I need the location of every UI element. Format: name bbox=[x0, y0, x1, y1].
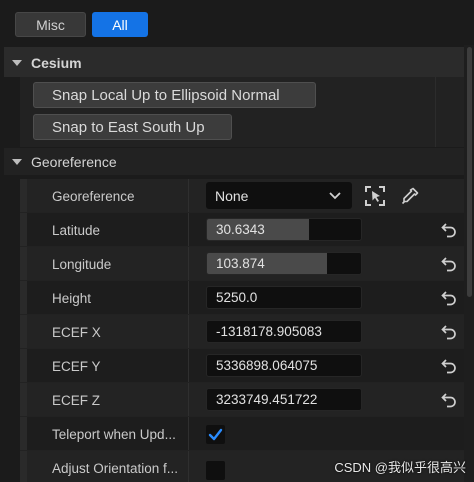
height-label: Height bbox=[52, 290, 92, 306]
teleport-checkbox[interactable] bbox=[206, 425, 225, 444]
longitude-label: Longitude bbox=[52, 256, 112, 272]
row-indent-bar bbox=[20, 349, 27, 383]
cesium-body-line bbox=[435, 77, 436, 147]
scrollbar-thumb[interactable] bbox=[467, 47, 472, 297]
column-divider bbox=[188, 417, 189, 451]
ecef-z-input[interactable]: 3233749.451722 bbox=[206, 388, 362, 411]
height-input[interactable]: 5250.0 bbox=[206, 286, 362, 309]
column-divider bbox=[188, 349, 189, 383]
property-row-latitude: Latitude 30.6343 bbox=[20, 213, 464, 247]
eyedropper-icon[interactable] bbox=[400, 186, 420, 206]
ecef-z-label: ECEF Z bbox=[52, 392, 101, 408]
adjust-label: Adjust Orientation f... bbox=[52, 461, 179, 476]
adjust-checkbox[interactable] bbox=[206, 461, 225, 480]
row-indent-bar bbox=[20, 451, 27, 482]
snap-east-south-up-button[interactable]: Snap to East South Up bbox=[33, 114, 232, 140]
column-divider bbox=[188, 383, 189, 417]
ecef-y-label: ECEF Y bbox=[52, 358, 101, 374]
longitude-input[interactable]: 103.874 bbox=[206, 252, 362, 275]
height-value: 5250.0 bbox=[216, 290, 258, 305]
chevron-down-icon bbox=[329, 192, 341, 200]
chevron-down-icon bbox=[12, 158, 22, 165]
property-row-teleport: Teleport when Upd... bbox=[20, 417, 464, 451]
reset-to-default-icon[interactable] bbox=[440, 357, 458, 375]
tab-all[interactable]: All bbox=[92, 12, 148, 37]
tab-misc[interactable]: Misc bbox=[15, 12, 86, 37]
column-divider bbox=[188, 281, 189, 315]
ecef-x-label: ECEF X bbox=[52, 324, 101, 340]
row-indent-bar bbox=[20, 179, 27, 213]
row-indent-bar bbox=[20, 281, 27, 315]
ecef-z-value: 3233749.451722 bbox=[216, 392, 318, 407]
property-row-ecef-z: ECEF Z 3233749.451722 bbox=[20, 383, 464, 417]
snap-local-up-button[interactable]: Snap Local Up to Ellipsoid Normal bbox=[33, 82, 316, 108]
property-row-georeference: Georeference None bbox=[20, 179, 464, 213]
checkmark-icon bbox=[208, 428, 223, 441]
georeference-section-header[interactable]: Georeference bbox=[4, 148, 464, 175]
ecef-y-value: 5336898.064075 bbox=[216, 358, 318, 373]
latitude-input[interactable]: 30.6343 bbox=[206, 218, 362, 241]
property-row-ecef-x: ECEF X -1318178.905083 bbox=[20, 315, 464, 349]
chevron-down-icon bbox=[12, 59, 22, 66]
row-indent-bar bbox=[20, 383, 27, 417]
column-divider bbox=[188, 315, 189, 349]
column-divider bbox=[188, 213, 189, 247]
row-indent-bar bbox=[20, 247, 27, 281]
latitude-value: 30.6343 bbox=[216, 222, 265, 237]
column-divider bbox=[188, 247, 189, 281]
ecef-y-input[interactable]: 5336898.064075 bbox=[206, 354, 362, 377]
reset-to-default-icon[interactable] bbox=[440, 323, 458, 341]
crosshair-select-icon[interactable] bbox=[364, 185, 386, 207]
column-divider bbox=[188, 451, 189, 482]
reset-to-default-icon[interactable] bbox=[440, 391, 458, 409]
teleport-label: Teleport when Upd... bbox=[52, 426, 176, 442]
reset-to-default-icon[interactable] bbox=[440, 255, 458, 273]
row-indent-bar bbox=[20, 213, 27, 247]
property-row-longitude: Longitude 103.874 bbox=[20, 247, 464, 281]
row-indent-bar bbox=[20, 315, 27, 349]
georeference-label: Georeference bbox=[52, 188, 135, 204]
column-divider bbox=[188, 179, 189, 213]
property-row-ecef-y: ECEF Y 5336898.064075 bbox=[20, 349, 464, 383]
watermark-text: CSDN @我似乎很高兴 bbox=[334, 460, 466, 475]
reset-to-default-icon[interactable] bbox=[440, 289, 458, 307]
ecef-x-input[interactable]: -1318178.905083 bbox=[206, 320, 362, 343]
georeference-section-title: Georeference bbox=[31, 153, 117, 170]
longitude-value: 103.874 bbox=[216, 256, 265, 271]
cesium-section-header[interactable]: Cesium bbox=[4, 49, 464, 76]
property-row-height: Height 5250.0 bbox=[20, 281, 464, 315]
cesium-section-title: Cesium bbox=[31, 54, 82, 71]
georeference-dropdown[interactable]: None bbox=[206, 182, 352, 209]
georeference-dropdown-value: None bbox=[215, 187, 249, 204]
reset-to-default-icon[interactable] bbox=[440, 221, 458, 239]
latitude-label: Latitude bbox=[52, 222, 101, 238]
row-indent-bar bbox=[20, 417, 27, 451]
ecef-x-value: -1318178.905083 bbox=[216, 324, 322, 339]
